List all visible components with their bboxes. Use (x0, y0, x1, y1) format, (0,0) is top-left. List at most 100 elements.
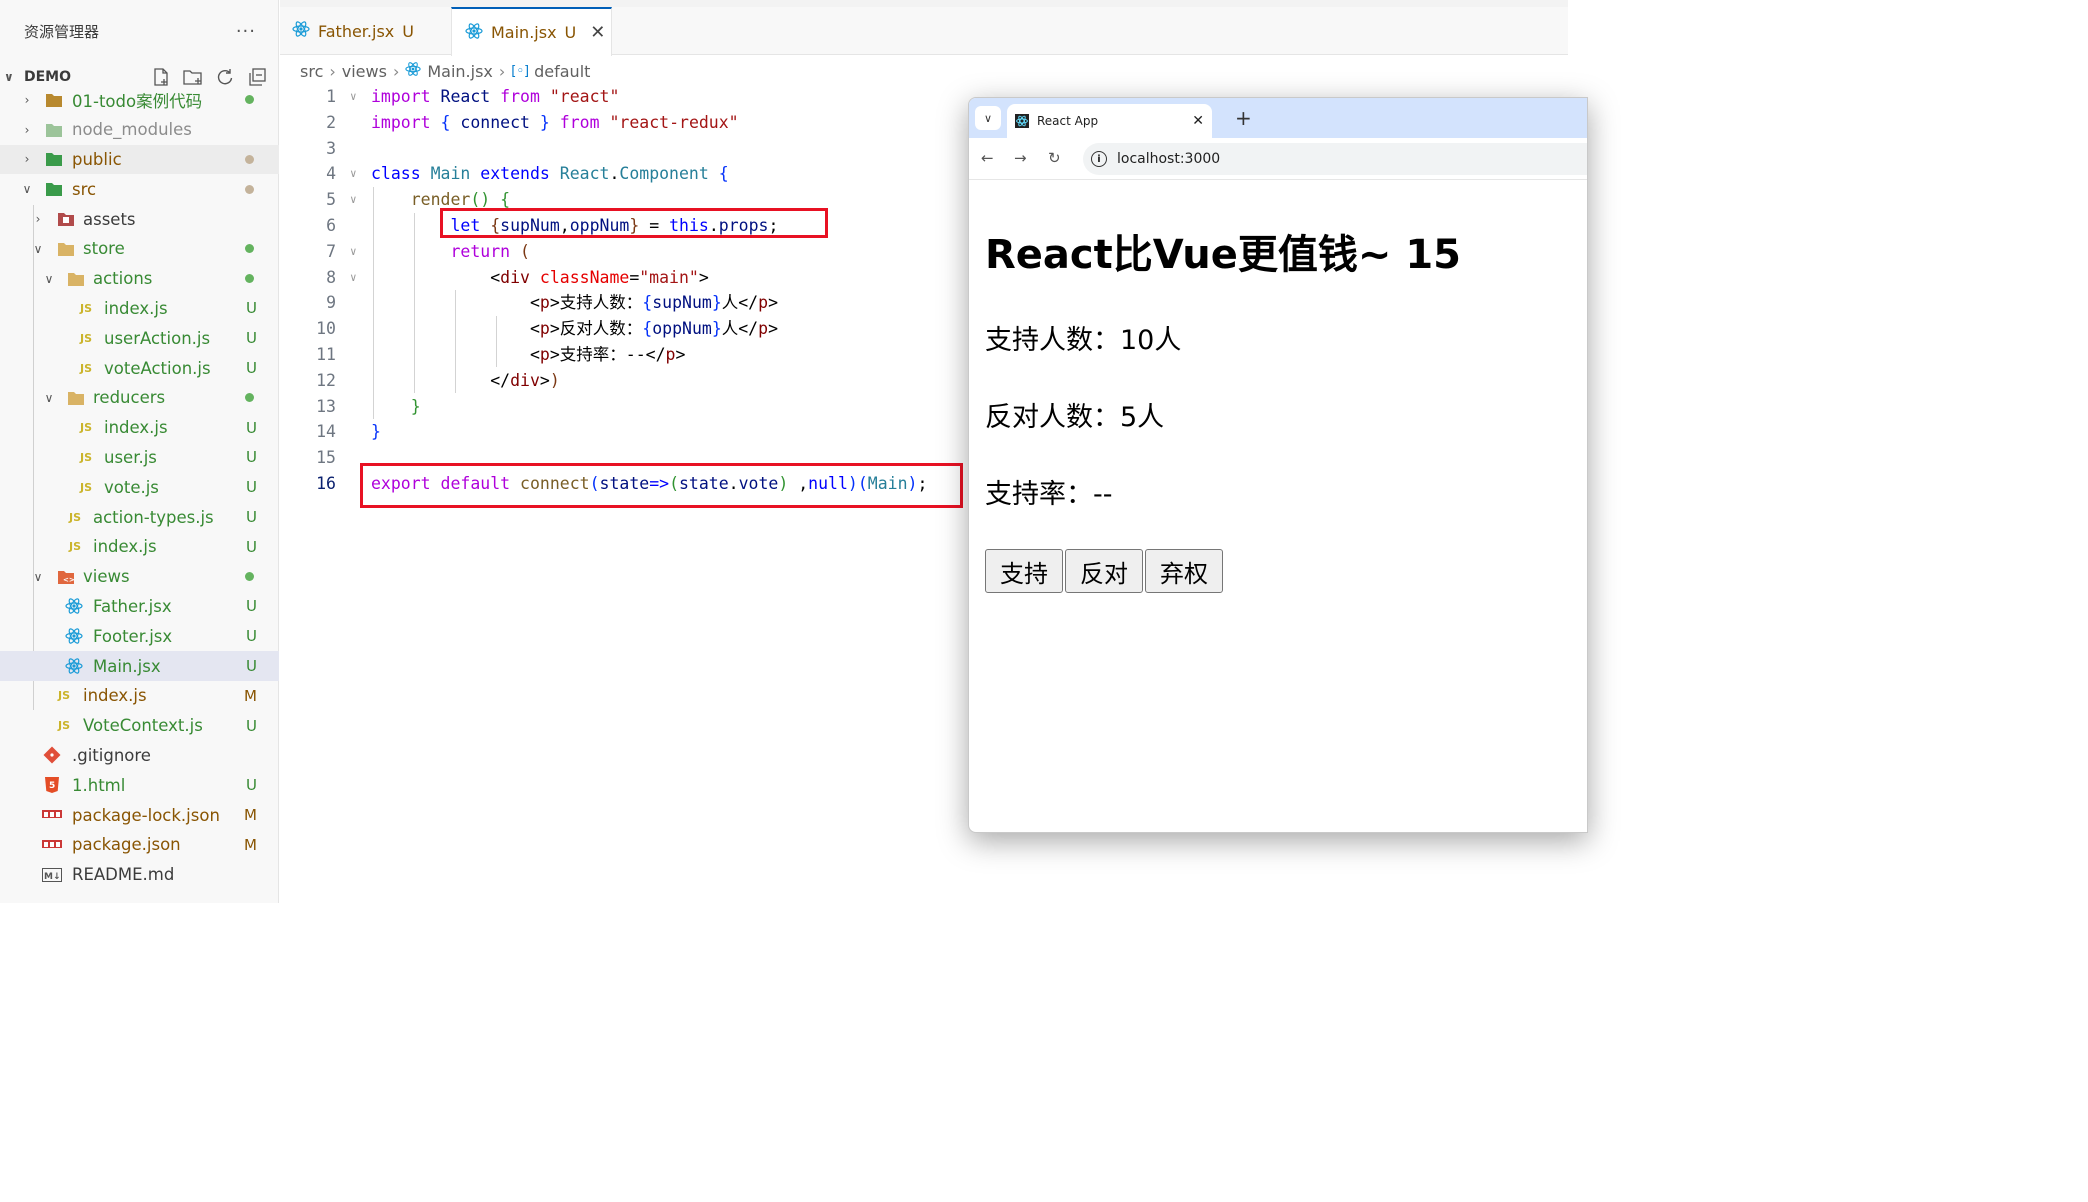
tree-item-file[interactable]: JS index.js U (0, 413, 279, 443)
tree-item-store[interactable]: ∨ store (0, 234, 279, 264)
tab-search-dropdown-icon[interactable]: ∨ (975, 106, 1001, 130)
tree-item-file[interactable]: JS index.js M (0, 681, 279, 711)
tree-item-file[interactable]: JS vote.js U (0, 472, 279, 502)
browser-tab[interactable]: React App ✕ (1007, 104, 1212, 138)
tree-item-label: index.js (83, 686, 147, 706)
tree-item-file[interactable]: package-lock.json M (0, 800, 279, 830)
tree-item-label: Father.jsx (93, 596, 172, 616)
page-content: React比Vue更值钱~ 15 支持人数：10人 反对人数：5人 支持率：--… (985, 222, 1461, 593)
assets-folder-icon (56, 209, 76, 229)
code-line: 9 <p>支持人数：{supNum}人</p> (280, 290, 980, 316)
code-line: 7 ∨ return ( (280, 239, 980, 265)
svg-text:<>: <> (63, 576, 75, 584)
tree-item-01-todo[interactable]: › 01-todo案例代码 (0, 85, 279, 115)
tree-item-reducers[interactable]: ∨ reducers (0, 383, 279, 413)
breadcrumb-item[interactable]: Main.jsx (427, 62, 493, 81)
tab-label: Main.jsx (491, 23, 557, 42)
tree-item-label: package-lock.json (72, 805, 220, 825)
svg-text:5: 5 (49, 781, 55, 791)
tree-item-file[interactable]: M↓ README.md (0, 860, 279, 890)
tree-item-file[interactable]: JS action-types.js U (0, 502, 279, 532)
forward-icon[interactable]: → (1014, 149, 1027, 167)
highlight-box (360, 463, 963, 508)
git-status-badge: U (246, 418, 257, 437)
abstain-button[interactable]: 弃权 (1145, 549, 1223, 593)
react-icon (64, 596, 84, 616)
tree-item-file[interactable]: JS voteAction.js U (0, 353, 279, 383)
new-tab-icon[interactable]: + (1235, 106, 1252, 130)
line-number: 2 (326, 112, 336, 132)
tree-item-file[interactable]: Footer.jsx U (0, 621, 279, 651)
oppose-count: 反对人数：5人 (985, 402, 1165, 433)
tree-item-src[interactable]: ∨ src (0, 174, 279, 204)
tree-item-actions[interactable]: ∨ actions (0, 264, 279, 294)
tree-item-label: assets (83, 209, 136, 229)
tree-item-file[interactable]: Father.jsx U (0, 592, 279, 622)
browser-tab-title: React App (1037, 114, 1099, 128)
tree-item-file[interactable]: JS user.js U (0, 443, 279, 473)
react-icon (405, 61, 422, 81)
tree-item-file[interactable]: 5 1.html U (0, 770, 279, 800)
status-dot (245, 244, 254, 254)
tree-item-file[interactable]: JS VoteContext.js U (0, 711, 279, 741)
code-line: 13 } (280, 394, 980, 420)
tree-item-label: views (83, 567, 130, 587)
breadcrumb-item[interactable]: views (342, 62, 387, 81)
markdown-icon: M↓ (42, 865, 62, 885)
tree-item-node-modules[interactable]: › node_modules (0, 115, 279, 145)
src-folder-icon (44, 179, 64, 199)
tree-item-file[interactable]: JS index.js U (0, 294, 279, 324)
support-count: 支持人数：10人 (985, 325, 1182, 356)
breadcrumb-item[interactable]: src (300, 62, 323, 81)
page-heading: React比Vue更值钱~ 15 (985, 232, 1461, 278)
tab-main-jsx[interactable]: Main.jsx U ✕ (451, 7, 612, 56)
chevron-down-icon: ∨ (44, 390, 54, 405)
site-info-icon[interactable]: i (1091, 151, 1107, 167)
status-dot (245, 274, 254, 284)
tree-item-label: index.js (104, 418, 168, 438)
breadcrumb-item[interactable]: default (534, 62, 590, 81)
tree-item-file-selected[interactable]: Main.jsx U (0, 651, 279, 681)
tree-item-assets[interactable]: › assets (0, 204, 279, 234)
code-line: 10 <p>反对人数：{oppNum}人</p> (280, 316, 980, 342)
tree-item-label: index.js (104, 298, 168, 318)
tree-item-label: user.js (104, 447, 157, 467)
chevron-down-icon: ∨ (4, 70, 14, 84)
close-icon[interactable]: ✕ (1192, 113, 1204, 129)
line-number: 15 (316, 448, 336, 468)
tree-item-file[interactable]: .gitignore (0, 741, 279, 771)
tree-item-label: VoteContext.js (83, 716, 203, 736)
chevron-right-icon: › (24, 152, 30, 167)
chevron-right-icon: › (24, 92, 30, 107)
tree-item-views[interactable]: ∨ <> views (0, 562, 279, 592)
status-dot (245, 393, 254, 403)
highlight-box (440, 208, 828, 238)
tree-item-label: .gitignore (72, 745, 151, 765)
line-number: 4 (326, 164, 336, 184)
oppose-button[interactable]: 反对 (1065, 549, 1143, 593)
svg-text:M↓: M↓ (44, 872, 61, 882)
tree-item-label: public (72, 149, 122, 169)
chevron-down-icon: ∨ (33, 569, 43, 584)
js-file-icon: JS (57, 719, 70, 733)
more-actions-icon[interactable]: ··· (236, 21, 256, 42)
fold-icon: ∨ (350, 167, 357, 181)
code-editor[interactable]: 1 ∨ import React from "react" 2 import { co… (280, 84, 980, 508)
tab-father-jsx[interactable]: Father.jsx U (292, 7, 452, 55)
tree-item-file[interactable]: package.json M (0, 830, 279, 860)
chevron-right-icon: › (24, 122, 30, 137)
close-icon[interactable]: ✕ (590, 22, 605, 43)
code-line: 1 ∨ import React from "react" (280, 84, 980, 110)
back-icon[interactable]: ← (981, 149, 994, 167)
tree-item-label: voteAction.js (104, 358, 211, 378)
tree-item-public[interactable]: › public (0, 144, 279, 175)
support-button[interactable]: 支持 (985, 549, 1063, 593)
line-number: 11 (316, 344, 336, 364)
fold-icon: ∨ (350, 270, 357, 284)
reload-icon[interactable]: ↻ (1048, 149, 1061, 167)
tree-item-file[interactable]: JS index.js U (0, 532, 279, 562)
file-tree: › 01-todo案例代码 › node_modules › public ∨ … (0, 85, 279, 890)
tree-item-file[interactable]: JS userAction.js U (0, 323, 279, 353)
url-text: localhost:3000 (1117, 151, 1221, 167)
address-bar[interactable]: i localhost:3000 (1083, 143, 1587, 175)
